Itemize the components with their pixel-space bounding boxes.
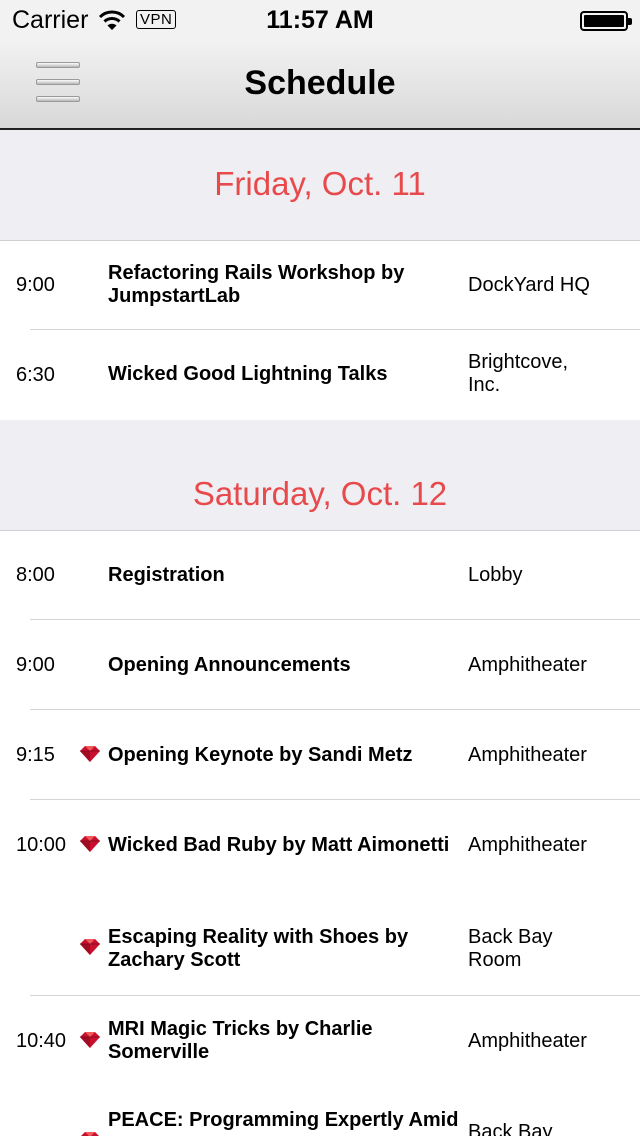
session-time: 10:00 [16,834,67,856]
ruby-gem-icon [81,1132,99,1136]
session-location: Amphitheater [468,834,587,856]
ruby-gem-icon [80,746,100,762]
session-title: Escaping Reality with Shoes by Zachary S… [108,926,409,971]
session-location: Lobby [468,564,523,586]
session-time: 9:00 [16,274,55,296]
schedule-row[interactable]: 9:00 Refactoring Rails Workshop by Jumps… [0,241,640,330]
session-time: 9:15 [16,744,55,766]
schedule-row[interactable]: PEACE: Programming Expertly Amid Back Ba… [0,1089,640,1136]
row-separator [30,619,640,620]
schedule-row[interactable]: 10:40 MRI Magic Tricks by Charlie Somerv… [0,997,640,1089]
schedule-row[interactable]: 9:15 Opening Keynote by Sandi Metz Amphi… [0,711,640,800]
session-location: Amphitheater [468,654,587,676]
session-time: 6:30 [16,364,55,386]
section-header-friday: Friday, Oct. 11 [0,130,640,241]
session-location: DockYard HQ [468,274,590,296]
row-separator [30,799,640,800]
session-title: Opening Keynote by Sandi Metz [108,744,413,766]
session-time: 8:00 [16,564,55,586]
session-location: Amphitheater [468,1030,587,1052]
page-title: Schedule [244,64,396,102]
session-title: Wicked Bad Ruby by Matt Aimonetti [108,834,450,856]
schedule-row[interactable]: 8:00 Registration Lobby [0,531,640,620]
section-header-saturday: Saturday, Oct. 12 [0,420,640,531]
session-time: 9:00 [16,654,55,676]
schedule-row[interactable]: Escaping Reality with Shoes by Zachary S… [0,890,640,996]
row-separator [30,995,640,996]
session-title: Opening Announcements [108,654,351,676]
session-location: Brightcove, Inc. [468,351,569,396]
schedule-row[interactable]: 10:00 Wicked Bad Ruby by Matt Aimonetti … [0,801,640,890]
ruby-gem-icon [80,939,100,955]
navigation-bar: Schedule [0,40,640,130]
session-location: Back Bay [468,1121,553,1136]
session-title: Wicked Good Lightning Talks [108,363,388,385]
session-location: Back Bay Room [468,926,553,971]
session-title: MRI Magic Tricks by Charlie Somerville [108,1018,373,1063]
session-location: Amphitheater [468,744,587,766]
status-time: 11:57 AM [266,6,374,34]
ruby-gem-icon [80,836,100,852]
session-title: PEACE: Programming Expertly Amid [108,1109,459,1131]
schedule-row[interactable]: 6:30 Wicked Good Lightning Talks Brightc… [0,330,640,419]
session-time: 10:40 [16,1030,67,1052]
status-bar: Carrier VPN 11:57 AM [0,0,640,40]
schedule-row[interactable]: 9:00 Opening Announcements Amphitheater [0,621,640,710]
session-title: Refactoring Rails Workshop by JumpstartL… [108,262,405,307]
session-title: Registration [108,564,225,586]
battery-icon [580,11,632,31]
ruby-gem-icon [80,1032,100,1048]
row-separator [30,709,640,710]
